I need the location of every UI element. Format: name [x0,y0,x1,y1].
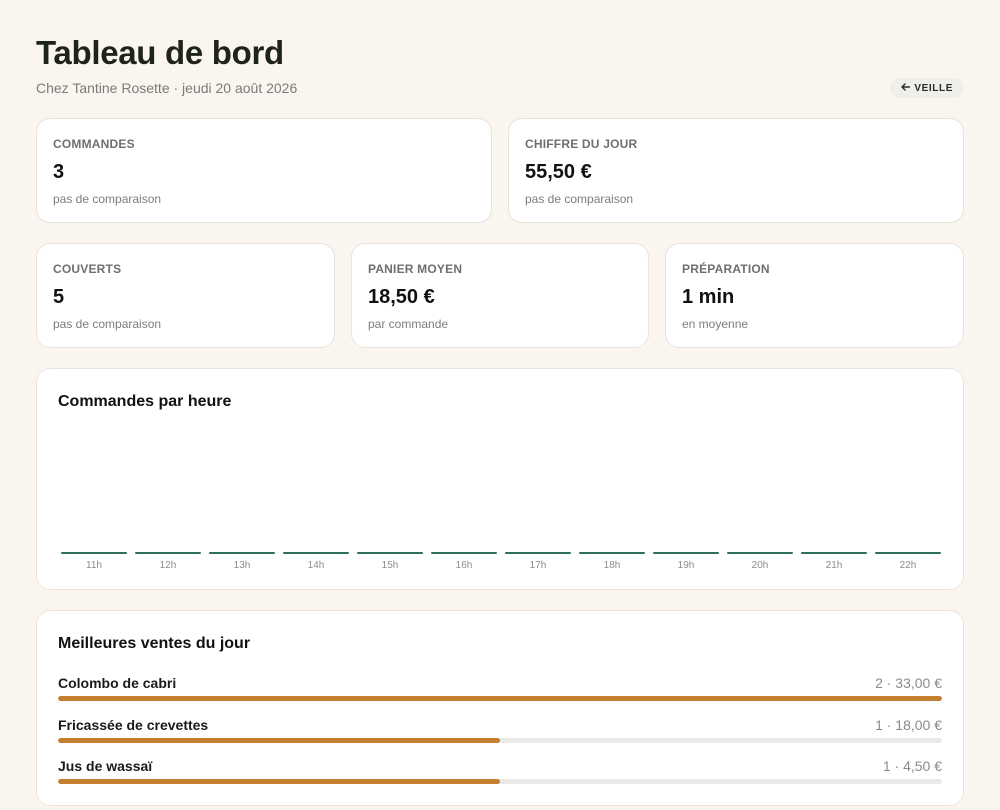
arrow-left-icon [901,82,911,94]
hourly-tick-label: 22h [900,560,917,571]
hourly-tick-label: 12h [160,560,177,571]
kpi-value: 1 min [682,286,735,308]
kpi-label: PRÉPARATION [682,262,770,276]
kpi-value: 18,50 € [368,286,435,308]
kpi-sub: pas de comparaison [53,317,162,331]
previous-day-button[interactable]: VEILLE [890,78,964,98]
hourly-bar [727,552,793,554]
hourly-bar [283,552,349,554]
top-sale-row: Fricassée de crevettes 1 · 18,00 € [58,717,942,747]
top-sale-meta: 2 · 33,00 € [875,675,942,691]
top-sale-meta: 1 · 18,00 € [875,717,942,733]
hourly-tick-label: 21h [826,560,843,571]
kpi-label: COMMANDES [53,137,135,151]
hourly-orders-card: Commandes par heure 11h 12h 13h 14h 15h 16h 17… [36,368,964,590]
top-sale-bar-track [58,696,942,701]
hourly-bar [209,552,275,554]
hourly-bar [505,552,571,554]
top-sale-bar-fill [58,779,500,784]
kpi-label: PANIER MOYEN [368,262,463,276]
page-title: Tableau de bord [36,34,284,71]
hourly-bar [875,552,941,554]
hourly-bar [579,552,645,554]
top-sale-name: Colombo de cabri [58,675,177,691]
hourly-tick-label: 20h [752,560,769,571]
hourly-tick-label: 17h [530,560,547,571]
hourly-bar [801,552,867,554]
top-sale-bar-fill [58,738,500,743]
kpi-value: 55,50 € [525,161,592,183]
page-subtitle: Chez Tantine Rosette · jeudi 20 août 202… [36,80,298,96]
hourly-tick-label: 14h [308,560,325,571]
hourly-tick-label: 15h [382,560,399,571]
top-sale-bar-track [58,779,942,784]
top-sale-bar-track [58,738,942,743]
kpi-sub: pas de comparaison [53,192,162,206]
kpi-card-average-basket: PANIER MOYEN 18,50 € par commande [351,243,649,348]
top-sale-bar-fill [58,696,942,701]
top-sale-meta: 1 · 4,50 € [882,758,942,774]
kpi-card-revenue: CHIFFRE DU JOUR 55,50 € pas de comparais… [508,118,964,223]
kpi-value: 5 [53,286,65,308]
hourly-bar [357,552,423,554]
hourly-bar [61,552,127,554]
kpi-card-covers: COUVERTS 5 pas de comparaison [36,243,335,348]
hourly-tick-label: 16h [456,560,473,571]
top-sales-title: Meilleures ventes du jour [58,635,251,652]
hourly-bar [653,552,719,554]
kpi-card-orders: COMMANDES 3 pas de comparaison [36,118,492,223]
top-sale-row: Colombo de cabri 2 · 33,00 € [58,675,942,705]
previous-day-label: VEILLE [914,82,953,94]
hourly-bar [135,552,201,554]
kpi-sub: en moyenne [682,317,749,331]
hourly-tick-label: 11h [86,560,102,571]
hourly-tick-label: 19h [678,560,695,571]
top-sale-row: Jus de wassaï 1 · 4,50 € [58,758,942,788]
kpi-card-preparation: PRÉPARATION 1 min en moyenne [665,243,964,348]
top-sale-name: Fricassée de crevettes [58,717,209,733]
dashboard-page: Tableau de bord Chez Tantine Rosette · j… [0,0,1000,810]
kpi-sub: pas de comparaison [525,192,634,206]
hourly-orders-title: Commandes par heure [58,393,232,410]
hourly-orders-chart: 11h 12h 13h 14h 15h 16h 17h 18h 19h 20h 21h 22h [61,552,941,571]
kpi-sub: par commande [368,317,449,331]
top-sales-card: Meilleures ventes du jour Colombo de cab… [36,610,964,806]
hourly-tick-label: 18h [604,560,621,571]
hourly-tick-label: 13h [234,560,251,571]
kpi-value: 3 [53,161,65,183]
kpi-label: COUVERTS [53,262,122,276]
kpi-label: CHIFFRE DU JOUR [525,137,638,151]
top-sale-name: Jus de wassaï [58,758,153,774]
hourly-bar [431,552,497,554]
